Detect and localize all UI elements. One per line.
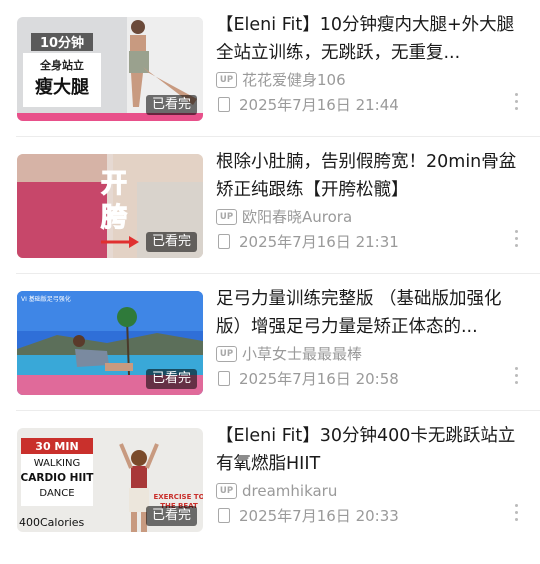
date-row: 2025年7月16日 20:33 — [216, 507, 399, 525]
uploader-name: dreamhikaru — [242, 482, 338, 500]
video-title[interactable]: 根除小肚腩，告别假胯宽！20min骨盆矫正纯跟练【开胯松髋】 — [216, 148, 520, 204]
more-vertical-icon[interactable] — [514, 230, 518, 250]
watch-date: 2025年7月16日 21:31 — [239, 233, 399, 251]
video-item[interactable]: 10分钟 全身站立 瘦大腿 已看完 【Eleni Fit】10分钟瘦内大腿+外大… — [0, 0, 540, 137]
video-thumbnail[interactable]: 10分钟 全身站立 瘦大腿 已看完 — [17, 17, 203, 121]
thumb-text: 400Calories — [19, 516, 85, 529]
thumb-text: 全身站立 — [39, 58, 84, 72]
thumb-text: VI 基础版足弓强化 — [21, 295, 71, 303]
thumb-text: 10分钟 — [40, 35, 84, 51]
date-row: 2025年7月16日 20:58 — [216, 370, 399, 388]
calendar-icon — [218, 371, 230, 386]
video-item[interactable]: VI 基础版足弓强化 已看完 足弓力量训练完整版 （基础版加强化版）增强足弓力量… — [0, 274, 540, 411]
up-badge-icon: UP — [216, 483, 237, 499]
thumb-text: WALKING — [34, 458, 81, 469]
video-title[interactable]: 【Eleni Fit】10分钟瘦内大腿+外大腿全站立训练，无跳跃，无重复... — [216, 11, 520, 67]
calendar-icon — [218, 508, 230, 523]
uploader-row[interactable]: UP 小草女士最最最棒 — [216, 345, 362, 363]
thumb-text: CARDIO HIIT — [21, 472, 95, 484]
video-thumbnail[interactable]: 30 MIN WALKING CARDIO HIIT DANCE 400Calo… — [17, 428, 203, 532]
uploader-row[interactable]: UP dreamhikaru — [216, 482, 337, 500]
history-list: 10分钟 全身站立 瘦大腿 已看完 【Eleni Fit】10分钟瘦内大腿+外大… — [0, 0, 540, 564]
uploader-name: 花花爱健身106 — [242, 71, 346, 89]
calendar-icon — [218, 234, 230, 249]
uploader-row[interactable]: UP 欧阳春晓Aurora — [216, 208, 352, 226]
date-row: 2025年7月16日 21:31 — [216, 233, 399, 251]
thumb-text: 开 — [101, 169, 127, 199]
watched-badge: 已看完 — [145, 506, 197, 526]
video-title[interactable]: 足弓力量训练完整版 （基础版加强化版）增强足弓力量是矫正体态的... — [216, 285, 520, 341]
watch-date: 2025年7月16日 21:44 — [239, 96, 399, 114]
thumb-text: EXERCISE TO — [153, 493, 203, 501]
thumb-text: 瘦大腿 — [35, 76, 89, 98]
up-badge-icon: UP — [216, 72, 237, 88]
thumb-text: 30 MIN — [35, 440, 78, 453]
video-item[interactable]: 开 胯 已看完 根除小肚腩，告别假胯宽！20min骨盆矫正纯跟练【开胯松髋】 U… — [0, 137, 540, 274]
up-badge-icon: UP — [216, 346, 237, 362]
thumb-text: DANCE — [39, 488, 74, 499]
calendar-icon — [218, 97, 230, 112]
video-thumbnail[interactable]: 开 胯 已看完 — [17, 154, 203, 258]
thumb-text: 胯 — [101, 202, 127, 233]
video-item[interactable]: 30 MIN WALKING CARDIO HIIT DANCE 400Calo… — [0, 411, 540, 548]
video-thumbnail[interactable]: VI 基础版足弓强化 已看完 — [17, 291, 203, 395]
video-title[interactable]: 【Eleni Fit】30分钟400卡无跳跃站立有氧燃脂HIIT — [216, 422, 520, 478]
watch-date: 2025年7月16日 20:58 — [239, 370, 399, 388]
more-vertical-icon[interactable] — [514, 93, 518, 113]
more-vertical-icon[interactable] — [514, 504, 518, 524]
uploader-name: 小草女士最最最棒 — [242, 345, 363, 363]
date-row: 2025年7月16日 21:44 — [216, 96, 399, 114]
watch-date: 2025年7月16日 20:33 — [239, 507, 399, 525]
up-badge-icon: UP — [216, 209, 237, 225]
uploader-name: 欧阳春晓Aurora — [242, 208, 353, 226]
watched-badge: 已看完 — [145, 369, 197, 389]
watched-badge: 已看完 — [145, 95, 197, 115]
uploader-row[interactable]: UP 花花爱健身106 — [216, 71, 346, 89]
more-vertical-icon[interactable] — [514, 367, 518, 387]
watched-badge: 已看完 — [145, 232, 197, 252]
